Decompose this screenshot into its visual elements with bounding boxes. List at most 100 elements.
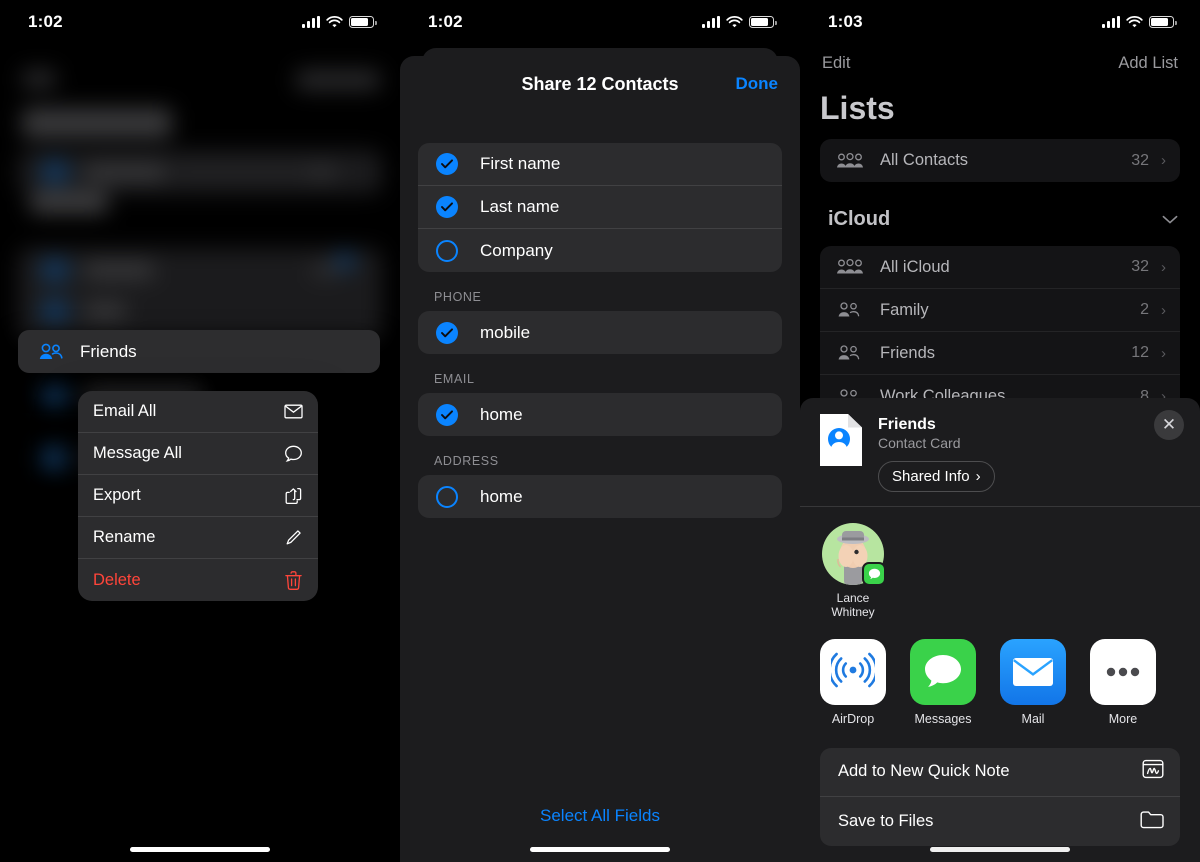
- home-indicator: [130, 847, 270, 852]
- field-row-phone-mobile[interactable]: mobile: [418, 311, 782, 354]
- home-indicator: [930, 847, 1070, 852]
- context-menu-label: Email All: [93, 402, 157, 420]
- shared-info-button[interactable]: Shared Info ›: [878, 461, 995, 492]
- context-menu-item-rename[interactable]: Rename: [78, 517, 318, 559]
- chevron-right-icon: ›: [975, 468, 981, 485]
- context-menu-item-email-all[interactable]: Email All: [78, 391, 318, 433]
- list-count: 32: [1131, 258, 1149, 275]
- page-title: Lists: [820, 90, 895, 126]
- close-icon[interactable]: ✕: [1154, 410, 1184, 440]
- share-target-messages[interactable]: Messages: [910, 638, 976, 726]
- share-target-mail[interactable]: Mail: [1000, 638, 1066, 726]
- section-header-email: EMAIL: [434, 372, 475, 386]
- checkbox-unchecked-icon[interactable]: [436, 485, 458, 508]
- status-bar-3: 1:03: [800, 0, 1200, 44]
- list-count: 32: [1131, 151, 1149, 169]
- account-header-icloud[interactable]: iCloud: [828, 208, 1178, 231]
- field-label: First name: [480, 154, 561, 173]
- mail-icon: [1000, 638, 1066, 705]
- share-sheet-header: Friends Contact Card Shared Info › ✕: [800, 398, 1200, 492]
- field-row-email-home[interactable]: home: [418, 393, 782, 436]
- edit-button[interactable]: Edit: [822, 54, 850, 73]
- action-save-to-files[interactable]: Save to Files: [820, 797, 1180, 846]
- airdrop-icon: [820, 638, 886, 705]
- status-bar-2: 1:02: [400, 0, 800, 44]
- people-group-icon: [837, 152, 863, 167]
- all-contacts-group: All Contacts 32 ›: [820, 139, 1180, 182]
- share-target-label: More: [1108, 711, 1138, 726]
- selected-list-row-friends[interactable]: Friends: [18, 330, 380, 373]
- checkbox-unchecked-icon[interactable]: [436, 239, 458, 262]
- field-row-address-home[interactable]: home: [418, 475, 782, 518]
- list-label: All iCloud: [880, 257, 950, 276]
- checkbox-checked-icon[interactable]: [436, 196, 458, 218]
- action-label: Add to New Quick Note: [838, 762, 1010, 780]
- list-row-all-icloud[interactable]: All iCloud 32 ›: [820, 246, 1180, 289]
- avatar-wrap: [822, 522, 886, 586]
- share-item-subtitle: Contact Card: [878, 435, 961, 451]
- screen-contacts-context-menu: 1:02 Friends Email All Message All Expor…: [0, 0, 400, 862]
- envelope-icon: [283, 402, 303, 422]
- list-row-friends[interactable]: Friends 12 ›: [820, 332, 1180, 375]
- status-icons: [1102, 15, 1177, 29]
- people-group-icon: [39, 343, 63, 359]
- share-targets-row: AirDrop Messages Mail More: [800, 629, 1200, 730]
- share-item-title: Friends: [878, 416, 936, 433]
- speech-bubble-icon: [283, 444, 303, 464]
- list-row-all-contacts[interactable]: All Contacts 32 ›: [820, 139, 1180, 182]
- person-name-line1: Lance: [836, 590, 870, 605]
- list-row-family[interactable]: Family 2 ›: [820, 289, 1180, 332]
- status-time: 1:02: [28, 12, 63, 31]
- people-icon: [838, 345, 860, 360]
- people-icon: [838, 302, 860, 317]
- screenshot-root: 1:02 Friends Email All Message All Expor…: [0, 0, 1200, 862]
- sheet-title: Share 12 Contacts: [521, 73, 679, 94]
- field-row-first-name[interactable]: First name: [418, 143, 782, 186]
- folder-icon: [1140, 809, 1164, 834]
- checkbox-checked-icon[interactable]: [436, 403, 458, 426]
- context-menu-item-delete[interactable]: Delete: [78, 559, 318, 601]
- context-menu-label: Export: [93, 486, 141, 504]
- home-indicator: [530, 847, 670, 852]
- status-icons: [702, 15, 777, 29]
- field-row-last-name[interactable]: Last name: [418, 186, 782, 229]
- messages-icon: [910, 638, 976, 705]
- battery-icon: [349, 16, 377, 28]
- share-target-label: Mail: [1021, 711, 1045, 726]
- field-row-company[interactable]: Company: [418, 229, 782, 272]
- share-target-airdrop[interactable]: AirDrop: [820, 638, 886, 726]
- section-header-address: ADDRESS: [434, 454, 499, 468]
- suggested-people-row: Lance Whitney: [800, 507, 1200, 629]
- icloud-lists-group: All iCloud 32 › Family 2 › Friends 12 › …: [820, 246, 1180, 418]
- trash-icon: [283, 570, 303, 590]
- selected-list-label: Friends: [80, 341, 137, 361]
- battery-icon: [1149, 16, 1177, 28]
- add-list-button[interactable]: Add List: [1118, 54, 1178, 73]
- people-group-icon: [837, 258, 863, 274]
- screen-share-fields: 1:02 Share 12 Contacts Done First name L…: [400, 0, 800, 862]
- action-add-to-new-quick-note[interactable]: Add to New Quick Note: [820, 748, 1180, 797]
- person-name-line2: Whitney: [831, 604, 875, 619]
- share-target-more[interactable]: More: [1090, 638, 1156, 726]
- context-menu-item-export[interactable]: Export: [78, 475, 318, 517]
- field-group-name: First name Last name Company: [418, 143, 782, 272]
- checkbox-checked-icon[interactable]: [436, 321, 458, 344]
- status-time: 1:03: [828, 12, 863, 31]
- shared-info-label: Shared Info: [892, 468, 970, 485]
- list-count: 12: [1131, 344, 1149, 361]
- status-bar-1: 1:02: [0, 0, 400, 44]
- checkbox-checked-icon[interactable]: [436, 153, 458, 175]
- chevron-down-icon[interactable]: [1162, 215, 1178, 225]
- context-menu-label: Rename: [93, 528, 156, 546]
- status-time: 1:02: [428, 12, 463, 31]
- more-dots-icon: [1090, 638, 1156, 705]
- done-button[interactable]: Done: [736, 74, 779, 94]
- messages-badge-icon: [862, 561, 886, 586]
- share-actions-group: Add to New Quick Note Save to Files: [820, 747, 1180, 846]
- wifi-icon: [1126, 15, 1143, 27]
- field-label: Company: [480, 240, 553, 260]
- context-menu-item-message-all[interactable]: Message All: [78, 433, 318, 475]
- select-all-fields-button[interactable]: Select All Fields: [400, 806, 800, 826]
- field-label: home: [480, 404, 523, 424]
- person-suggestion[interactable]: Lance Whitney: [820, 522, 886, 619]
